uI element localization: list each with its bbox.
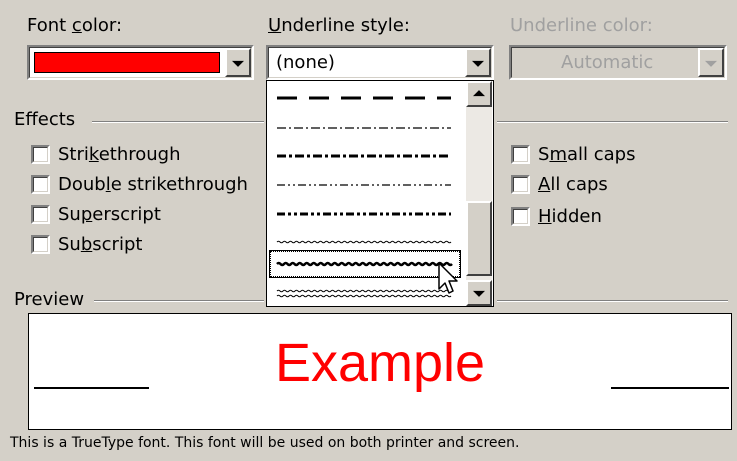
underline-color-value: Automatic — [561, 52, 654, 73]
small-caps-label[interactable]: Small caps — [538, 145, 635, 165]
font-color-dropdown-button[interactable] — [225, 48, 251, 77]
underline-style-value: (none) — [276, 52, 335, 73]
wave-heavy-line-icon — [276, 261, 453, 267]
underline-style-options[interactable] — [267, 81, 467, 306]
dash-dot-dot-heavy-line-icon — [277, 212, 451, 216]
dash-dot-heavy-line-icon — [277, 154, 451, 158]
all-caps-label[interactable]: All caps — [538, 175, 608, 195]
effects-group-title: Effects — [14, 109, 76, 130]
underline-option-long-dash[interactable] — [271, 83, 457, 113]
underline-style-scrollbar[interactable] — [466, 81, 492, 306]
preview-divider-right — [497, 300, 728, 302]
chevron-up-icon — [473, 90, 485, 97]
underline-style-label: Underline style: — [268, 15, 410, 36]
underline-option-dash-dot-dot[interactable] — [271, 170, 457, 200]
chevron-down-icon — [472, 60, 484, 67]
mouse-pointer-icon — [438, 262, 458, 294]
preview-pane: Example — [28, 313, 732, 430]
font-info-note: This is a TrueType font. This font will … — [10, 435, 520, 451]
subscript-label[interactable]: Subscript — [58, 235, 142, 255]
font-color-label: Font color: — [27, 15, 123, 36]
chevron-down-icon — [232, 60, 244, 67]
effects-divider-right — [497, 121, 728, 123]
dash-dot-dot-line-icon — [277, 184, 451, 186]
chevron-down-icon — [473, 290, 485, 297]
preview-sample-text: Example — [274, 333, 486, 393]
superscript-label[interactable]: Superscript — [58, 205, 161, 225]
subscript-checkbox-box[interactable] — [31, 235, 50, 254]
underline-style-dropdown-button[interactable] — [465, 48, 491, 77]
hidden-checkbox-box[interactable] — [511, 207, 530, 226]
chevron-down-icon — [705, 60, 717, 67]
dash-dot-line-icon — [277, 127, 451, 129]
scroll-up-button[interactable] — [466, 81, 492, 107]
font-color-dropdown[interactable] — [27, 45, 254, 80]
scroll-down-button[interactable] — [466, 280, 492, 306]
preview-divider-left — [94, 300, 264, 302]
preview-group-title: Preview — [14, 289, 85, 310]
underline-style-dropdown[interactable]: (none) — [266, 45, 494, 80]
font-color-swatch — [34, 52, 220, 73]
underline-option-dash-dot-heavy[interactable] — [271, 141, 457, 171]
double-strikethrough-label[interactable]: Double strikethrough — [58, 175, 248, 195]
underline-color-dropdown-button — [698, 48, 724, 77]
strikethrough-label[interactable]: Strikethrough — [58, 145, 181, 165]
hidden-label[interactable]: Hidden — [538, 207, 602, 227]
underline-option-wave-double[interactable] — [271, 279, 457, 306]
double-strikethrough-checkbox-box[interactable] — [31, 175, 50, 194]
underline-option-wave-heavy[interactable] — [269, 250, 461, 278]
small-caps-checkbox-box[interactable] — [511, 145, 530, 164]
underline-color-label: Underline color: — [510, 15, 653, 36]
all-caps-checkbox-box[interactable] — [511, 175, 530, 194]
effects-divider-left — [92, 121, 264, 123]
strikethrough-checkbox-box[interactable] — [31, 145, 50, 164]
underline-option-dash-dot[interactable] — [271, 113, 457, 143]
superscript-checkbox-box[interactable] — [31, 205, 50, 224]
underline-color-dropdown: Automatic — [509, 45, 727, 80]
underline-option-dash-dot-dot-heavy[interactable] — [271, 199, 457, 229]
long-dash-line-icon — [277, 96, 451, 100]
scroll-thumb[interactable] — [466, 201, 492, 276]
wave-double-line-icon — [276, 289, 452, 298]
